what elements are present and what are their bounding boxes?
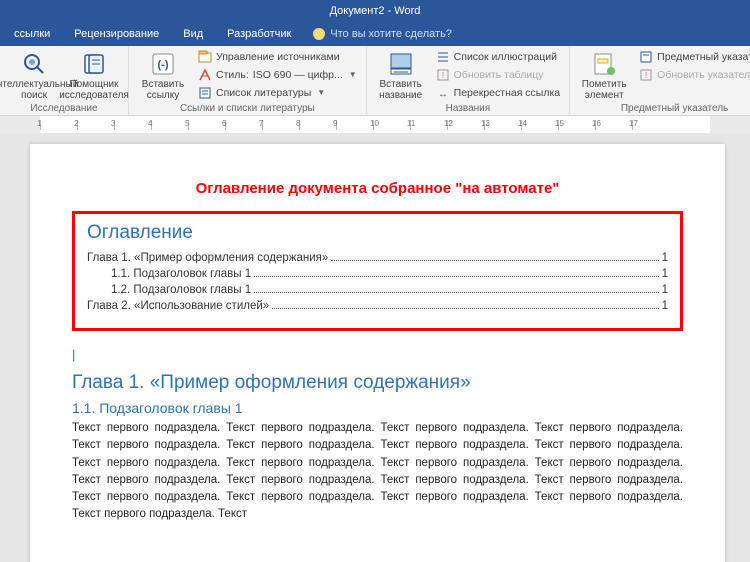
group-captions-label: Названия xyxy=(373,103,563,116)
group-research-label: Исследование xyxy=(6,103,122,116)
ruler-mark: 1 xyxy=(40,120,77,130)
ruler-mark: 9 xyxy=(336,120,373,130)
toc-entry[interactable]: 1.2. Подзаголовок главы 1 1 xyxy=(87,284,668,296)
refresh-icon: ! xyxy=(436,68,450,82)
toc-entry-text: Глава 1. «Пример оформления содержания» xyxy=(87,252,328,264)
ruler-mark: 6 xyxy=(225,120,262,130)
citation-style-dropdown[interactable]: Стиль: ISO 690 — цифр... ▼ xyxy=(195,66,360,83)
insert-caption-label: Вставить название xyxy=(373,79,429,101)
lightbulb-icon xyxy=(313,28,325,40)
ruler-mark: 15 xyxy=(558,120,595,130)
cross-ref-icon: ↔ xyxy=(436,86,450,100)
document-area[interactable]: Оглавление документа собранное "на автом… xyxy=(0,134,750,562)
insert-index-button[interactable]: Предметный указатель xyxy=(636,48,750,65)
insert-citation-label: Вставить ссылку xyxy=(135,79,191,101)
svg-text:(-): (-) xyxy=(158,59,169,71)
toc-entry-text: Глава 2. «Использование стилей» xyxy=(87,300,269,312)
update-index-button[interactable]: ! Обновить указатель xyxy=(636,66,750,83)
group-index-label: Предметный указатель xyxy=(576,103,750,116)
tab-review[interactable]: Рецензирование xyxy=(62,22,171,46)
tab-developer[interactable]: Разработчик xyxy=(215,22,303,46)
ruler-mark: 13 xyxy=(484,120,521,130)
ruler-mark: 12 xyxy=(447,120,484,130)
smart-lookup-button[interactable]: Интеллектуальный поиск xyxy=(6,48,62,101)
toc-entry-page: 1 xyxy=(662,284,668,296)
tab-view[interactable]: Вид xyxy=(171,22,215,46)
text-cursor[interactable]: | xyxy=(72,347,683,362)
toc-heading[interactable]: Оглавление xyxy=(87,222,668,244)
ruler-mark: 8 xyxy=(299,120,336,130)
bibliography-button[interactable]: Список литературы ▼ xyxy=(195,84,360,101)
smart-lookup-icon xyxy=(20,50,48,78)
mark-entry-label: Пометить элемент xyxy=(576,79,632,101)
toc-entry-text: 1.2. Подзаголовок главы 1 xyxy=(111,284,251,296)
toc-entry-page: 1 xyxy=(662,252,668,264)
toc-entry[interactable]: Глава 2. «Использование стилей» 1 xyxy=(87,300,668,312)
toc-leader-dots xyxy=(254,276,658,277)
toc-leader-dots xyxy=(331,260,658,261)
mark-entry-icon xyxy=(590,50,618,78)
ruler-mark: 16 xyxy=(595,120,632,130)
toc-entry[interactable]: Глава 1. «Пример оформления содержания» 1 xyxy=(87,252,668,264)
manage-sources-icon xyxy=(198,50,212,64)
index-icon xyxy=(639,50,653,64)
refresh-icon: ! xyxy=(639,68,653,82)
list-icon xyxy=(436,50,450,64)
page[interactable]: Оглавление документа собранное "на автом… xyxy=(30,144,725,562)
insert-citation-icon: (-) xyxy=(149,50,177,78)
ruler-mark: 3 xyxy=(114,120,151,130)
body-paragraph[interactable]: Текст первого подраздела. Текст первого … xyxy=(72,420,683,524)
ribbon-tabs: ссылки Рецензирование Вид Разработчик Чт… xyxy=(0,22,750,46)
heading-1[interactable]: Глава 1. «Пример оформления содержания» xyxy=(72,372,683,394)
ruler-mark: 11 xyxy=(410,120,447,130)
tell-me-label: Что вы хотите сделать? xyxy=(330,28,452,40)
svg-text:!: ! xyxy=(645,71,647,80)
ruler-mark: 4 xyxy=(151,120,188,130)
chevron-down-icon: ▼ xyxy=(317,88,325,97)
mark-entry-button[interactable]: Пометить элемент xyxy=(576,48,632,101)
bibliography-icon xyxy=(198,86,212,100)
ruler-mark: 10 xyxy=(373,120,410,130)
researcher-label: Помощник исследователя xyxy=(59,79,129,101)
researcher-button[interactable]: Помощник исследователя xyxy=(66,48,122,101)
insert-caption-button[interactable]: Вставить название xyxy=(373,48,429,101)
ruler-mark: 7 xyxy=(262,120,299,130)
cross-reference-button[interactable]: ↔ Перекрестная ссылка xyxy=(433,84,563,101)
toc-leader-dots xyxy=(272,308,658,309)
ruler-mark: 17 xyxy=(632,120,669,130)
document-title: Оглавление документа собранное "на автом… xyxy=(72,180,683,197)
svg-text:!: ! xyxy=(442,71,444,80)
researcher-icon xyxy=(80,50,108,78)
ruler-mark: 2 xyxy=(77,120,114,130)
insert-citation-button[interactable]: (-) Вставить ссылку xyxy=(135,48,191,101)
toc-entry-page: 1 xyxy=(662,268,668,280)
ribbon: Интеллектуальный поиск Помощник исследов… xyxy=(0,46,750,116)
ruler-mark: 5 xyxy=(188,120,225,130)
group-index: Пометить элемент Предметный указатель ! … xyxy=(570,46,750,116)
title-bar: Документ2 - Word xyxy=(0,0,750,22)
group-research: Интеллектуальный поиск Помощник исследов… xyxy=(0,46,129,116)
ruler-mark: 14 xyxy=(521,120,558,130)
toc-entry[interactable]: 1.1. Подзаголовок главы 1 1 xyxy=(87,268,668,280)
manage-sources-button[interactable]: Управление источниками xyxy=(195,48,360,65)
style-icon xyxy=(198,68,212,82)
toc-entry-text: 1.1. Подзаголовок главы 1 xyxy=(111,268,251,280)
table-of-figures-button[interactable]: Список иллюстраций xyxy=(433,48,563,65)
chevron-down-icon: ▼ xyxy=(349,70,357,79)
svg-text:↔: ↔ xyxy=(438,89,448,100)
toc-leader-dots xyxy=(254,292,658,293)
tab-references[interactable]: ссылки xyxy=(2,22,62,46)
heading-2[interactable]: 1.1. Подзаголовок главы 1 xyxy=(72,400,683,416)
group-citations-label: Ссылки и списки литературы xyxy=(135,103,360,116)
horizontal-ruler[interactable]: 1234567891011121314151617 xyxy=(0,116,750,134)
insert-caption-icon xyxy=(387,50,415,78)
toc-highlight-box: Оглавление Глава 1. «Пример оформления с… xyxy=(72,211,683,331)
group-captions: Вставить название Список иллюстраций ! О… xyxy=(367,46,570,116)
update-table-button[interactable]: ! Обновить таблицу xyxy=(433,66,563,83)
group-citations: (-) Вставить ссылку Управление источника… xyxy=(129,46,367,116)
toc-entry-page: 1 xyxy=(662,300,668,312)
tell-me-search[interactable]: Что вы хотите сделать? xyxy=(303,28,452,40)
